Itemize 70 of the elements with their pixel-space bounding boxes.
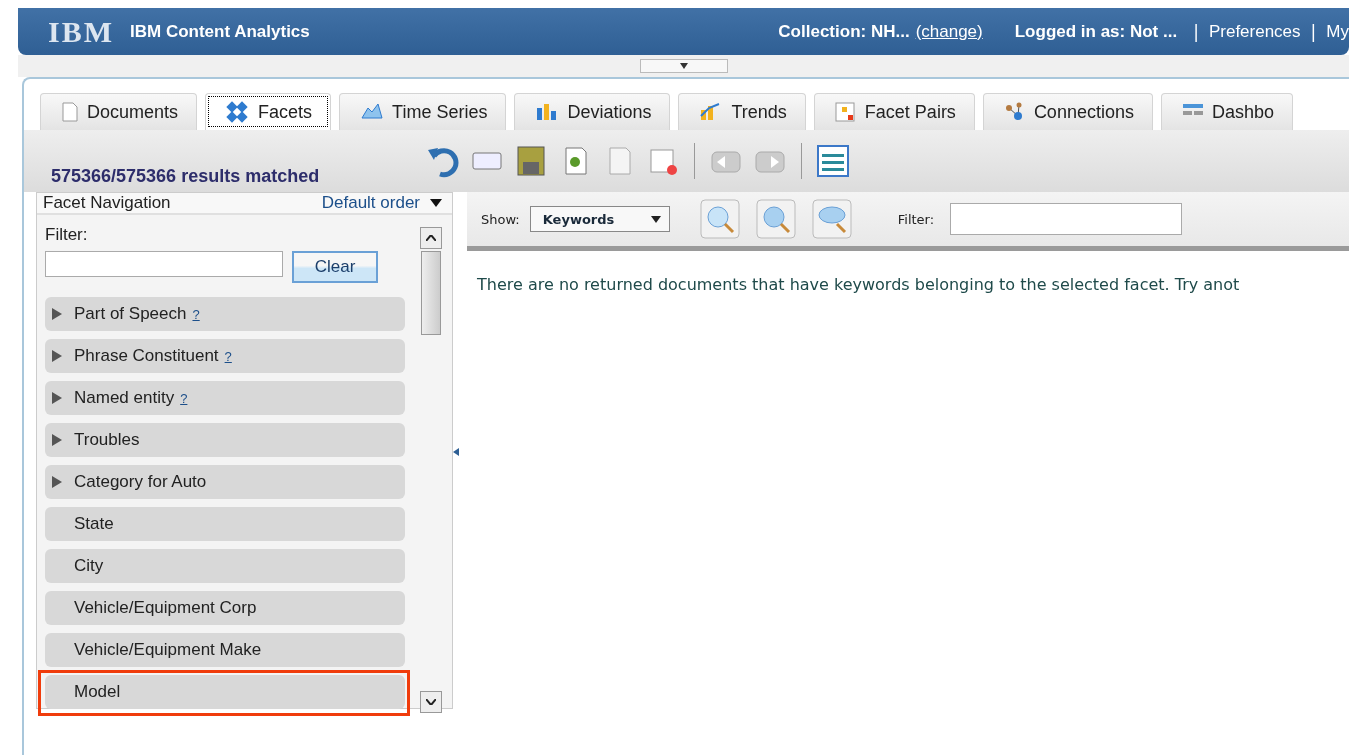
expand-icon[interactable] <box>52 308 62 320</box>
separator: | <box>1310 21 1317 42</box>
expand-icon[interactable] <box>52 476 62 488</box>
tab[interactable]: Facets <box>205 93 332 130</box>
chevron-up-icon <box>426 235 436 241</box>
facet-label: Phrase Constituent <box>74 346 219 366</box>
header-link[interactable]: Preferences <box>1208 21 1301 42</box>
show-label: Show: <box>481 211 520 227</box>
facet-label: Model <box>74 682 121 702</box>
expand-icon[interactable] <box>52 392 62 404</box>
expand-icon[interactable] <box>52 350 62 362</box>
collapse-handle[interactable] <box>639 59 728 73</box>
save-icon[interactable] <box>514 144 548 178</box>
grid-icon <box>834 102 857 122</box>
tab[interactable]: Trends <box>678 93 806 130</box>
filter-field[interactable] <box>45 251 283 277</box>
show-dropdown[interactable]: Keywords <box>529 206 670 232</box>
caret-icon <box>679 63 688 69</box>
zoom-icon[interactable] <box>755 199 796 239</box>
facet-item[interactable]: Model <box>45 675 405 709</box>
facet-label: Named entity <box>74 388 175 408</box>
facet-item[interactable]: City <box>45 549 405 583</box>
facet-label: Vehicle/Equipment Make <box>74 640 262 660</box>
tab[interactable]: Deviations <box>514 93 671 130</box>
help-link[interactable]: ? <box>192 306 200 322</box>
facet-label: State <box>74 514 114 534</box>
facet-item[interactable]: Vehicle/Equipment Make <box>45 633 405 667</box>
page-icon <box>61 102 79 122</box>
facet-item[interactable]: Troubles <box>45 423 405 457</box>
filter-label: Filter: <box>897 211 935 227</box>
facet-label: Troubles <box>74 430 140 450</box>
scroll-down-button[interactable] <box>420 691 442 713</box>
help-link[interactable]: ? <box>180 390 188 406</box>
scrollbar-thumb[interactable] <box>421 251 441 335</box>
panel-title: Facet Navigation <box>43 193 171 213</box>
tab[interactable]: Facet Pairs <box>813 93 975 130</box>
tab[interactable]: Documents <box>40 93 198 130</box>
app-title: IBM Content Analytics <box>130 21 310 42</box>
help-link[interactable]: ? <box>224 348 232 364</box>
scroll-up-button[interactable] <box>420 227 442 249</box>
facet-label: Vehicle/Equipment Corp <box>74 598 257 618</box>
tab[interactable]: Dashbo <box>1160 93 1293 130</box>
tab[interactable]: Time Series <box>339 93 507 130</box>
facet-label: City <box>74 556 104 576</box>
collapse-arrow-icon[interactable] <box>453 448 459 456</box>
collection-label: Collection: NH... <box>778 21 910 42</box>
change-link[interactable]: (change) <box>915 21 983 42</box>
filter-field[interactable] <box>950 203 1183 235</box>
clear-button[interactable]: Clear <box>292 251 378 283</box>
results-count: 575366/575366 results matched <box>51 165 321 187</box>
separator: | <box>1193 21 1199 42</box>
list-icon[interactable] <box>816 144 850 178</box>
facet-label: Part of Speech <box>74 304 187 324</box>
caret-icon <box>650 215 661 223</box>
facet-item[interactable]: State <box>45 507 405 541</box>
facet-item[interactable]: Vehicle/Equipment Corp <box>45 591 405 625</box>
filter-label: Filter: <box>45 225 89 245</box>
chevron-down-icon <box>426 699 436 705</box>
login-label: Logged in as: Not ... <box>1014 21 1178 42</box>
facet-item[interactable]: Category for Auto <box>45 465 405 499</box>
expand-icon[interactable] <box>52 434 62 446</box>
logo: IBM <box>48 14 114 49</box>
facet-label: Category for Auto <box>74 472 207 492</box>
empty-message: There are no returned documents that have keywords belonging to the selected facet. Try anot <box>477 275 1241 294</box>
zoom-icon[interactable] <box>699 199 740 239</box>
zoom-icon[interactable] <box>811 199 852 239</box>
tab[interactable]: Connections <box>982 93 1153 130</box>
header-link[interactable]: My <box>1326 21 1349 42</box>
order-dropdown[interactable]: Default order <box>321 193 442 213</box>
caret-icon <box>430 199 442 207</box>
